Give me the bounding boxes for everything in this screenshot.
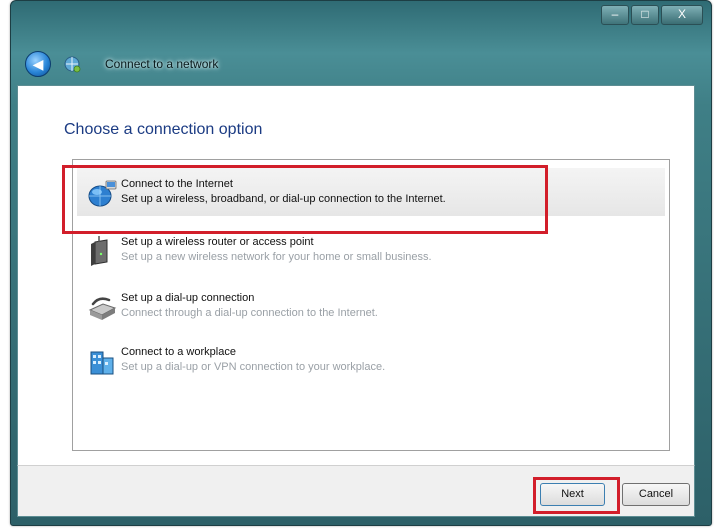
wizard-footer: Next Cancel [17, 465, 695, 517]
dialup-modem-icon [88, 297, 117, 320]
option-workplace[interactable]: Connect to a workplace Set up a dial-up … [77, 336, 665, 384]
caption-controls: – □ X [601, 5, 703, 25]
globe-network-icon [88, 180, 117, 207]
option-title: Set up a dial-up connection [121, 292, 255, 304]
option-description: Set up a wireless, broadband, or dial-up… [121, 193, 446, 205]
option-wireless-router[interactable]: Set up a wireless router or access point… [77, 226, 665, 274]
navigation-bar: ◀ Connect to a network [17, 43, 697, 83]
network-icon [64, 56, 81, 73]
wireless-router-icon [91, 236, 108, 266]
minimize-button[interactable]: – [601, 5, 629, 25]
next-button[interactable]: Next [540, 483, 605, 506]
cancel-button[interactable]: Cancel [622, 483, 690, 506]
option-title: Set up a wireless router or access point [121, 236, 314, 248]
option-description: Set up a new wireless network for your h… [121, 251, 432, 263]
option-description: Connect through a dial-up connection to … [121, 307, 378, 319]
maximize-button[interactable]: □ [631, 5, 659, 25]
window-title: Connect to a network [105, 57, 219, 71]
close-button[interactable]: X [661, 5, 703, 25]
workplace-vpn-icon [90, 351, 114, 375]
option-description: Set up a dial-up or VPN connection to yo… [121, 361, 386, 373]
back-button[interactable]: ◀ [25, 51, 51, 77]
option-dialup[interactable]: Set up a dial-up connection Connect thro… [77, 282, 665, 330]
option-title: Connect to a workplace [121, 346, 236, 358]
option-title: Connect to the Internet [121, 178, 233, 190]
content-area: Choose a connection option Connect to th… [17, 85, 695, 466]
connection-options-list: Connect to the Internet Set up a wireles… [72, 159, 670, 451]
page-heading: Choose a connection option [64, 121, 263, 138]
option-connect-internet[interactable]: Connect to the Internet Set up a wireles… [77, 168, 665, 216]
